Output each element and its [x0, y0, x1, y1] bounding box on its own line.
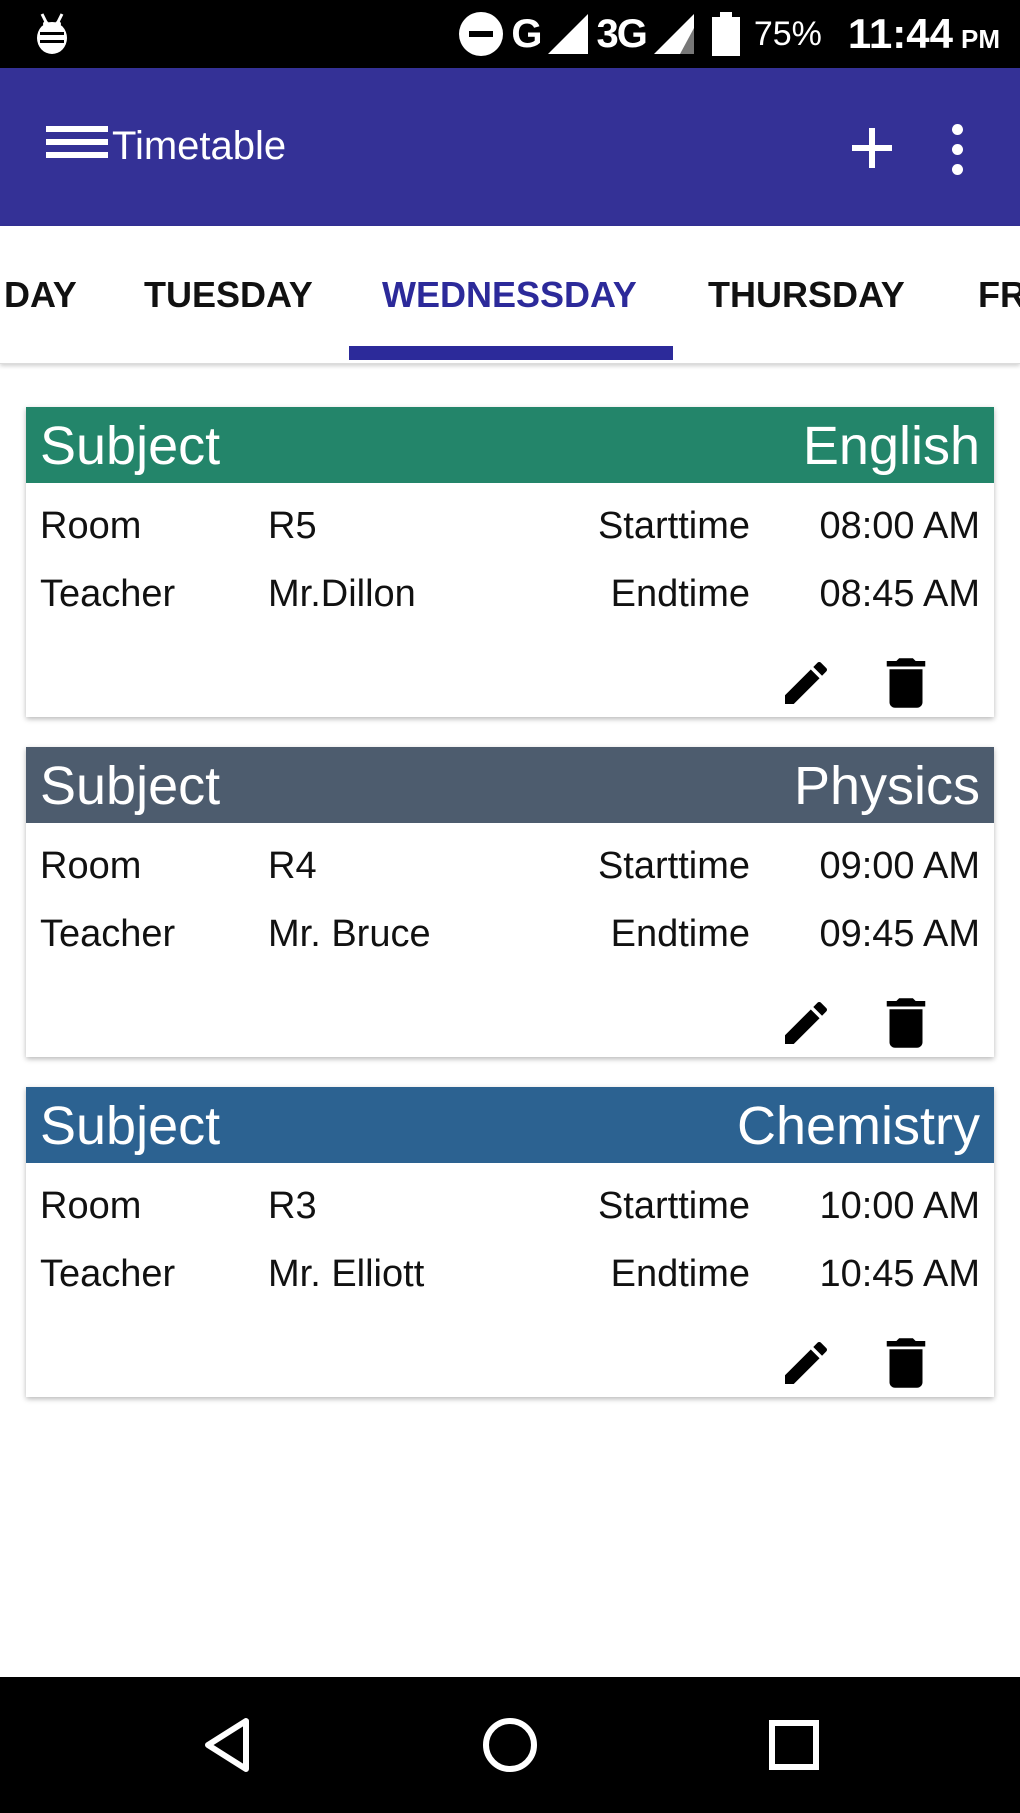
class-card: Subject Physics Room R4 Starttime 09:00 …: [26, 747, 994, 1057]
room-value: R4: [268, 845, 317, 887]
subject-label: Subject: [40, 416, 221, 476]
starttime-label: Starttime: [597, 1185, 750, 1227]
status-bar: G 3G 75% 11:44 PM: [0, 0, 1020, 68]
card-row-room: Room R4 Starttime 09:00 AM: [26, 845, 994, 889]
teacher-label: Teacher: [40, 913, 176, 955]
room-label: Room: [40, 505, 142, 547]
teacher-value: Mr.Dillon: [268, 573, 416, 615]
starttime-label: Starttime: [597, 845, 750, 887]
card-header: Subject Physics: [26, 747, 994, 823]
battery-icon: [711, 12, 740, 56]
card-row-room: Room R5 Starttime 08:00 AM: [26, 505, 994, 549]
app-title: Timetable: [112, 124, 287, 168]
class-card: Subject English Room R5 Starttime 08:00 …: [26, 407, 994, 717]
card-row-room: Room R3 Starttime 10:00 AM: [26, 1185, 994, 1229]
endtime-value: 09:45 AM: [819, 913, 980, 955]
clock-ampm: PM: [961, 23, 1000, 54]
menu-icon[interactable]: [46, 126, 108, 168]
subject-value: Physics: [793, 756, 980, 816]
signal-icon-2: [653, 14, 694, 54]
clock: 11:44: [847, 10, 953, 57]
starttime-label: Starttime: [597, 505, 750, 547]
signal-icon: [548, 14, 589, 54]
teacher-value: Mr. Bruce: [268, 913, 431, 955]
endtime-label: Endtime: [610, 573, 750, 615]
tab-monday[interactable]: DAY: [4, 274, 77, 316]
tab-wednesday[interactable]: WEDNESSDAY: [382, 274, 637, 316]
edit-icon[interactable]: [778, 1335, 834, 1391]
tab-tuesday[interactable]: TUESDAY: [144, 274, 313, 316]
subject-value: English: [802, 416, 980, 476]
delete-icon[interactable]: [884, 1335, 928, 1391]
debug-bug-icon: [37, 13, 67, 54]
delete-icon[interactable]: [884, 655, 928, 711]
network-type-label: G: [511, 11, 542, 56]
edit-icon[interactable]: [778, 655, 834, 711]
tab-friday[interactable]: FR: [978, 274, 1020, 316]
teacher-label: Teacher: [40, 573, 176, 615]
room-value: R3: [268, 1185, 317, 1227]
battery-percent: 75%: [753, 14, 822, 53]
recents-icon[interactable]: [762, 1713, 826, 1777]
card-row-teacher: Teacher Mr.Dillon Endtime 08:45 AM: [26, 573, 994, 617]
tab-indicator: [349, 346, 673, 360]
card-header: Subject English: [26, 407, 994, 483]
day-tabs: DAY TUESDAY WEDNESSDAY THURSDAY FR: [0, 226, 1020, 364]
teacher-value: Mr. Elliott: [268, 1253, 425, 1295]
subject-label: Subject: [40, 1096, 221, 1156]
starttime-value: 09:00 AM: [819, 845, 980, 887]
subject-label: Subject: [40, 756, 221, 816]
system-nav-bar: [0, 1677, 1020, 1813]
endtime-value: 08:45 AM: [819, 573, 980, 615]
room-label: Room: [40, 845, 142, 887]
card-header: Subject Chemistry: [26, 1087, 994, 1163]
app-bar: Timetable: [0, 68, 1020, 226]
delete-icon[interactable]: [884, 995, 928, 1051]
card-row-teacher: Teacher Mr. Elliott Endtime 10:45 AM: [26, 1253, 994, 1297]
room-label: Room: [40, 1185, 142, 1227]
endtime-label: Endtime: [610, 1253, 750, 1295]
endtime-label: Endtime: [610, 913, 750, 955]
add-icon[interactable]: [848, 124, 896, 172]
more-vert-icon[interactable]: [946, 124, 970, 176]
do-not-disturb-icon: [459, 12, 504, 56]
starttime-value: 08:00 AM: [819, 505, 980, 547]
tab-thursday[interactable]: THURSDAY: [708, 274, 905, 316]
network-type-label-2: 3G: [596, 11, 647, 56]
starttime-value: 10:00 AM: [819, 1185, 980, 1227]
subject-value: Chemistry: [736, 1096, 980, 1156]
back-icon[interactable]: [196, 1713, 260, 1777]
room-value: R5: [268, 505, 317, 547]
edit-icon[interactable]: [778, 995, 834, 1051]
class-card: Subject Chemistry Room R3 Starttime 10:0…: [26, 1087, 994, 1397]
card-row-teacher: Teacher Mr. Bruce Endtime 09:45 AM: [26, 913, 994, 957]
endtime-value: 10:45 AM: [819, 1253, 980, 1295]
teacher-label: Teacher: [40, 1253, 176, 1295]
home-icon[interactable]: [478, 1713, 542, 1777]
